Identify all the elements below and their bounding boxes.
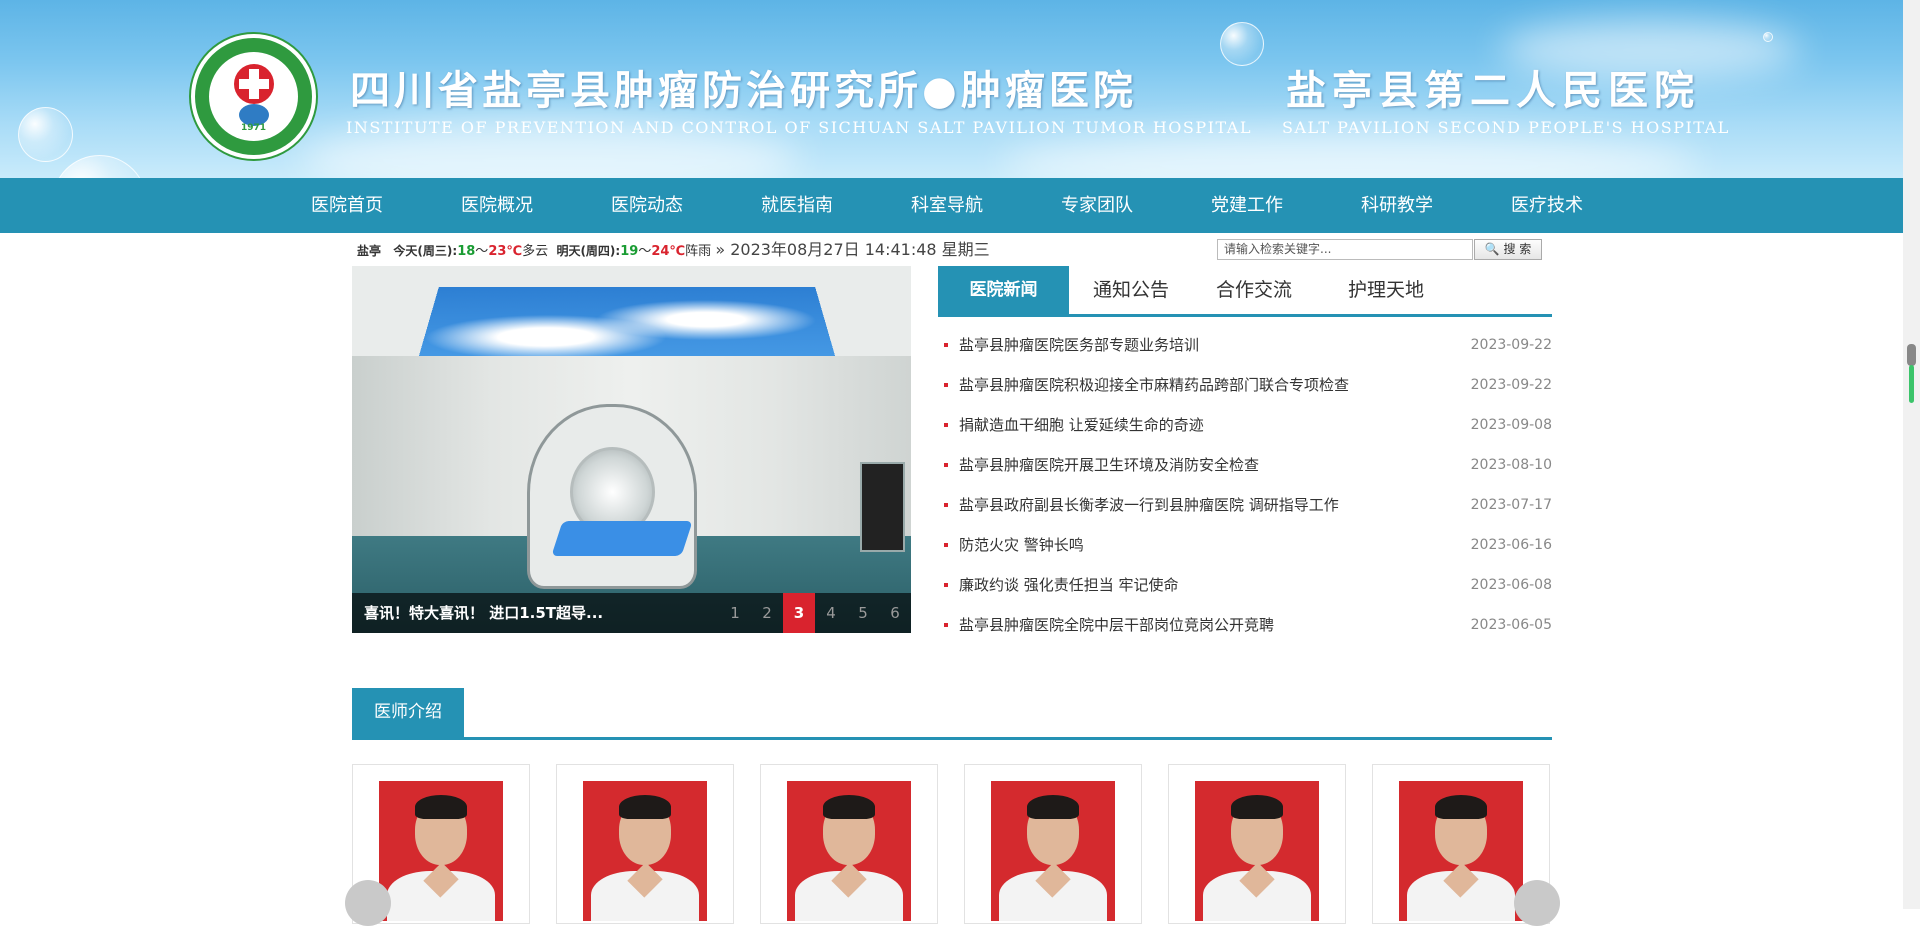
slide-page-3[interactable]: 3 — [783, 593, 815, 633]
doctor-card[interactable] — [1168, 764, 1346, 924]
carousel-prev-arrow[interactable] — [345, 880, 391, 926]
nav-item-overview[interactable]: 医院概况 — [422, 178, 572, 233]
weather-today-sep: ～ — [475, 244, 489, 259]
scrollbar-thumb[interactable] — [1907, 344, 1916, 366]
weather-today-cond: 多云 — [522, 244, 549, 259]
second-hospital-title-en: SALT PAVILION SECOND PEOPLE'S HOSPITAL — [1282, 118, 1730, 137]
hospital-logo[interactable]: 1971 — [191, 34, 316, 159]
tab-notices[interactable]: 通知公告 — [1081, 266, 1181, 314]
weather-bar: 盐亭 今天(周三):18～23℃多云 明天(周四):19～24℃阵雨 » 202… — [357, 236, 990, 259]
tab-hospital-news[interactable]: 医院新闻 — [938, 266, 1069, 314]
weather-tomorrow-cond: 阵雨 — [685, 244, 712, 259]
scroll-indicator — [1909, 365, 1914, 403]
news-item[interactable]: 盐亭县肿瘤医院全院中层干部岗位竞岗公开竞聘 2023-06-05 — [938, 605, 1552, 645]
news-list: 盐亭县肿瘤医院医务部专题业务培训 2023-09-22 盐亭县肿瘤医院积极迎接全市… — [938, 325, 1552, 645]
doctors-section-title[interactable]: 医师介绍 — [352, 688, 464, 737]
nav-item-technology[interactable]: 医疗技术 — [1472, 178, 1622, 233]
weather-today-high: 23℃ — [488, 244, 523, 259]
doctor-photo — [583, 781, 707, 921]
doctor-photo — [1195, 781, 1319, 921]
weather-city: 盐亭 — [357, 244, 382, 258]
doctors-section-header: 医师介绍 — [352, 688, 1552, 740]
news-item[interactable]: 盐亭县肿瘤医院开展卫生环境及消防安全检查 2023-08-10 — [938, 445, 1552, 485]
slide-page-1[interactable]: 1 — [719, 593, 751, 633]
main-nav: 医院首页 医院概况 医院动态 就医指南 科室导航 专家团队 党建工作 科研教学 … — [0, 178, 1903, 233]
slide-page-2[interactable]: 2 — [751, 593, 783, 633]
search-input[interactable]: 请输入检索关键字... — [1217, 239, 1473, 260]
decor-bubble — [18, 107, 73, 162]
search-button[interactable]: 🔍 搜 索 — [1474, 239, 1542, 260]
datetime-clock: » 2023年08月27日 14:41:48 星期三 — [715, 240, 990, 259]
slide-page-4[interactable]: 4 — [815, 593, 847, 633]
nav-item-guide[interactable]: 就医指南 — [722, 178, 872, 233]
nav-item-experts[interactable]: 专家团队 — [1022, 178, 1172, 233]
mri-scanner-image — [527, 404, 697, 589]
slide-page-6[interactable]: 6 — [879, 593, 911, 633]
news-item[interactable]: 廉政约谈 强化责任担当 牢记使命 2023-06-08 — [938, 565, 1552, 605]
decor-bubble — [1763, 32, 1773, 42]
header-banner: 1971 四川省盐亭县肿瘤防治研究所●肿瘤医院 INSTITUTE OF PRE… — [0, 0, 1903, 178]
carousel-next-arrow[interactable] — [1514, 880, 1560, 926]
weather-today-label: 今天(周三): — [393, 244, 458, 258]
weather-tomorrow-label: 明天(周四): — [556, 244, 621, 258]
weather-tomorrow-high: 24℃ — [651, 244, 686, 259]
weather-tomorrow-sep: ～ — [638, 244, 652, 259]
doctor-card[interactable] — [556, 764, 734, 924]
tab-nursing[interactable]: 护理天地 — [1326, 266, 1446, 314]
news-item[interactable]: 盐亭县政府副县长衡孝波一行到县肿瘤医院 调研指导工作 2023-07-17 — [938, 485, 1552, 525]
news-item[interactable]: 捐献造血干细胞 让爱延续生命的奇迹 2023-09-08 — [938, 405, 1552, 445]
decor-bubble — [52, 155, 147, 178]
news-tabs: 医院新闻 通知公告 合作交流 护理天地 — [938, 266, 1552, 317]
doctor-photo — [787, 781, 911, 921]
doctor-card[interactable] — [964, 764, 1142, 924]
weather-today-low: 18 — [457, 244, 476, 259]
doctor-photo — [991, 781, 1115, 921]
weather-tomorrow-low: 19 — [620, 244, 639, 259]
nav-item-research[interactable]: 科研教学 — [1322, 178, 1472, 233]
news-item[interactable]: 盐亭县肿瘤医院医务部专题业务培训 2023-09-22 — [938, 325, 1552, 365]
hospital-title-cn: 四川省盐亭县肿瘤防治研究所●肿瘤医院 — [350, 67, 1137, 114]
slide-caption-bar: 喜讯！特大喜讯！ 进口1.5T超导... 1 2 3 4 5 6 — [352, 593, 911, 633]
doctor-photo — [379, 781, 503, 921]
doctor-photo — [1399, 781, 1523, 921]
tab-cooperation[interactable]: 合作交流 — [1194, 266, 1314, 314]
nav-item-home[interactable]: 医院首页 — [272, 178, 422, 233]
nav-item-news[interactable]: 医院动态 — [572, 178, 722, 233]
page-scrollbar[interactable] — [1903, 0, 1920, 909]
hospital-title-en: INSTITUTE OF PREVENTION AND CONTROL OF S… — [346, 118, 1252, 137]
photo-slideshow[interactable]: 喜讯！特大喜讯！ 进口1.5T超导... 1 2 3 4 5 6 — [352, 266, 911, 633]
decor-bubble — [1220, 22, 1264, 66]
news-item[interactable]: 盐亭县肿瘤医院积极迎接全市麻精药品跨部门联合专项检查 2023-09-22 — [938, 365, 1552, 405]
nav-item-departments[interactable]: 科室导航 — [872, 178, 1022, 233]
nav-item-party[interactable]: 党建工作 — [1172, 178, 1322, 233]
second-hospital-title-cn: 盐亭县第二人民医院 — [1286, 67, 1700, 114]
news-item[interactable]: 防范火灾 警钟长鸣 2023-06-16 — [938, 525, 1552, 565]
slide-page-5[interactable]: 5 — [847, 593, 879, 633]
doctor-card[interactable] — [760, 764, 938, 924]
slide-caption[interactable]: 喜讯！特大喜讯！ 进口1.5T超导... — [364, 593, 603, 633]
